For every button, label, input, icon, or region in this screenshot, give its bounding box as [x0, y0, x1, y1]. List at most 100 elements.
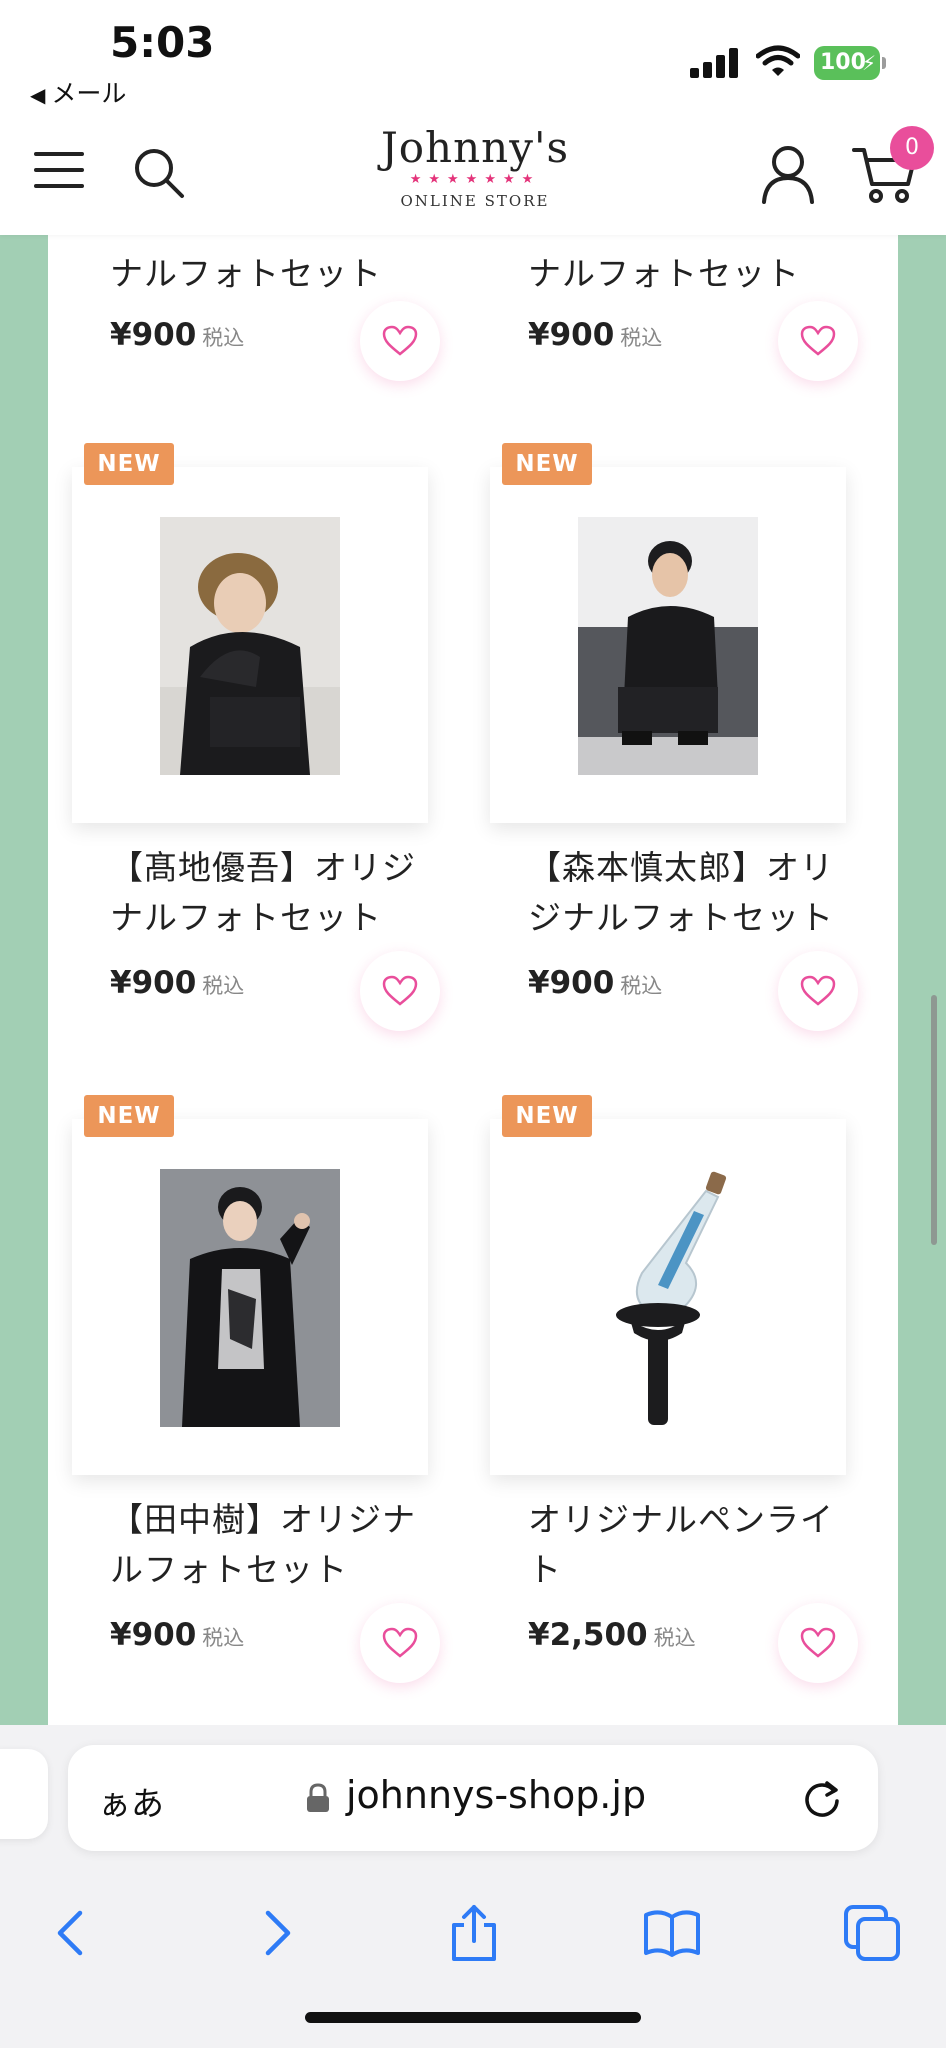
- menu-icon-bar: [34, 184, 84, 188]
- product-price: ¥900 税込: [528, 317, 662, 353]
- url-text[interactable]: johnnys-shop.jp: [346, 1773, 646, 1817]
- menu-icon-bar: [34, 168, 84, 172]
- logo-wordmark: Johnny's: [380, 123, 570, 172]
- navigation-toolbar: [0, 1875, 946, 1975]
- cellular-signal-icon: [690, 46, 738, 78]
- product-title: 【髙地優吾】オリジ ナルフォトセット: [110, 843, 430, 943]
- new-badge: NEW: [84, 443, 174, 485]
- title-line-1: 【森本慎太郎】オリ: [528, 848, 834, 887]
- title-line-2: ジナルフォトセット: [528, 898, 834, 937]
- page-scrollbar[interactable]: [931, 995, 937, 1245]
- tax-label: 税込: [653, 1626, 696, 1650]
- product-title: ナルフォトセット: [528, 254, 800, 293]
- logo-subtitle: ONLINE STORE: [400, 192, 550, 210]
- back-to-mail-link[interactable]: ◀ メール: [30, 74, 126, 110]
- price-value: ¥900: [528, 965, 615, 1001]
- browser-toolbar: ぁあ johnnys-shop.jp: [0, 1725, 946, 2048]
- lock-icon: [307, 1783, 329, 1812]
- product-price: ¥900 税込: [528, 965, 662, 1001]
- status-time: 5:03: [110, 18, 215, 67]
- title-line-1: 【髙地優吾】オリジ: [110, 848, 416, 887]
- product-title: ナルフォトセット: [110, 254, 382, 293]
- tabs-icon[interactable]: [842, 1903, 902, 1963]
- new-badge: NEW: [502, 443, 592, 485]
- favorite-button[interactable]: [778, 951, 858, 1031]
- reader-options-button[interactable]: ぁあ: [98, 1777, 164, 1825]
- product-price: ¥900 税込: [110, 1617, 244, 1653]
- price-value: ¥900: [110, 1617, 197, 1653]
- price-value: ¥2,500: [528, 1617, 648, 1653]
- favorite-button[interactable]: [360, 951, 440, 1031]
- product-card[interactable]: ナルフォトセット ¥900 税込: [466, 235, 866, 385]
- price-value: ¥900: [110, 317, 197, 353]
- new-badge: NEW: [84, 1095, 174, 1137]
- bookmarks-icon[interactable]: [642, 1903, 702, 1963]
- product-title: オリジナルペンライト: [528, 1495, 848, 1595]
- share-icon[interactable]: [444, 1903, 504, 1963]
- favorite-button[interactable]: [360, 1603, 440, 1683]
- product-image[interactable]: NEW: [72, 1095, 428, 1475]
- heart-icon: [800, 975, 836, 1006]
- heart-icon: [382, 325, 418, 356]
- charging-bolt-icon: ⚡: [861, 51, 876, 75]
- favorite-button[interactable]: [360, 301, 440, 381]
- tax-label: 税込: [202, 974, 245, 998]
- product-card[interactable]: NEW 【森本慎太郎】オリ ジナルフォトセット ¥900 税込: [466, 443, 866, 1067]
- new-badge: NEW: [502, 1095, 592, 1137]
- heart-icon: [382, 1627, 418, 1658]
- cart-count-badge[interactable]: 0: [890, 126, 934, 170]
- title-line-2: ト: [528, 1550, 562, 1589]
- battery-level: 100: [820, 50, 866, 75]
- battery-icon: 100 ⚡: [814, 46, 886, 80]
- johnnys-logo[interactable]: Johnny's ★★★★★★★ ONLINE STORE: [375, 124, 575, 224]
- wifi-icon: [756, 45, 800, 76]
- product-card[interactable]: NEW オリジナルペンライト ¥2,500 税込: [466, 1095, 866, 1719]
- forward-arrow-icon[interactable]: [246, 1903, 306, 1963]
- back-triangle-icon: ◀: [30, 83, 46, 107]
- product-price: ¥2,500 税込: [528, 1617, 696, 1653]
- favorite-button[interactable]: [778, 301, 858, 381]
- address-bar[interactable]: ぁあ johnnys-shop.jp: [68, 1745, 878, 1851]
- home-indicator[interactable]: [305, 2012, 641, 2023]
- product-card[interactable]: NEW 【田中樹】オリジナ ルフォトセット ¥900 税込: [48, 1095, 448, 1719]
- title-line-2: ルフォトセット: [110, 1550, 348, 1589]
- menu-button[interactable]: [34, 152, 86, 192]
- product-photo-takachi: [160, 517, 340, 775]
- back-arrow-icon[interactable]: [42, 1903, 102, 1963]
- account-icon[interactable]: [760, 144, 816, 204]
- previous-tab-preview[interactable]: [0, 1749, 48, 1839]
- title-line-1: オリジナルペンライ: [528, 1500, 834, 1539]
- title-line-2: ナルフォトセット: [110, 898, 382, 937]
- status-bar: 5:03 ◀ メール 100 ⚡: [0, 0, 946, 110]
- tax-label: 税込: [202, 326, 245, 350]
- heart-icon: [800, 1627, 836, 1658]
- product-photo-tanaka: [160, 1169, 340, 1427]
- price-value: ¥900: [110, 965, 197, 1001]
- product-title: 【森本慎太郎】オリ ジナルフォトセット: [528, 843, 848, 943]
- product-card[interactable]: ナルフォトセット ¥900 税込: [48, 235, 448, 385]
- site-header: Johnny's ★★★★★★★ ONLINE STORE 0: [0, 110, 946, 235]
- menu-icon-bar: [34, 152, 84, 156]
- penlight-photo: [578, 1171, 758, 1431]
- price-value: ¥900: [528, 317, 615, 353]
- product-grid: ナルフォトセット ¥900 税込 ナルフォトセット ¥900 税込 NEW 【髙地優…: [48, 235, 898, 1725]
- heart-icon: [800, 325, 836, 356]
- title-line-1: 【田中樹】オリジナ: [110, 1500, 416, 1539]
- reload-icon[interactable]: [800, 1777, 844, 1821]
- tax-label: 税込: [620, 326, 663, 350]
- product-image[interactable]: NEW: [72, 443, 428, 823]
- product-card[interactable]: NEW 【髙地優吾】オリジ ナルフォトセット ¥900 税込: [48, 443, 448, 1067]
- product-price: ¥900 税込: [110, 317, 244, 353]
- product-title: 【田中樹】オリジナ ルフォトセット: [110, 1495, 430, 1595]
- back-label: メール: [51, 79, 127, 108]
- search-icon[interactable]: [130, 144, 186, 200]
- tax-label: 税込: [202, 1626, 245, 1650]
- tax-label: 税込: [620, 974, 663, 998]
- product-photo-morimoto: [578, 517, 758, 775]
- product-price: ¥900 税込: [110, 965, 244, 1001]
- heart-icon: [382, 975, 418, 1006]
- favorite-button[interactable]: [778, 1603, 858, 1683]
- product-image[interactable]: NEW: [490, 1095, 846, 1475]
- product-image[interactable]: NEW: [490, 443, 846, 823]
- logo-stars: ★★★★★★★: [409, 172, 541, 187]
